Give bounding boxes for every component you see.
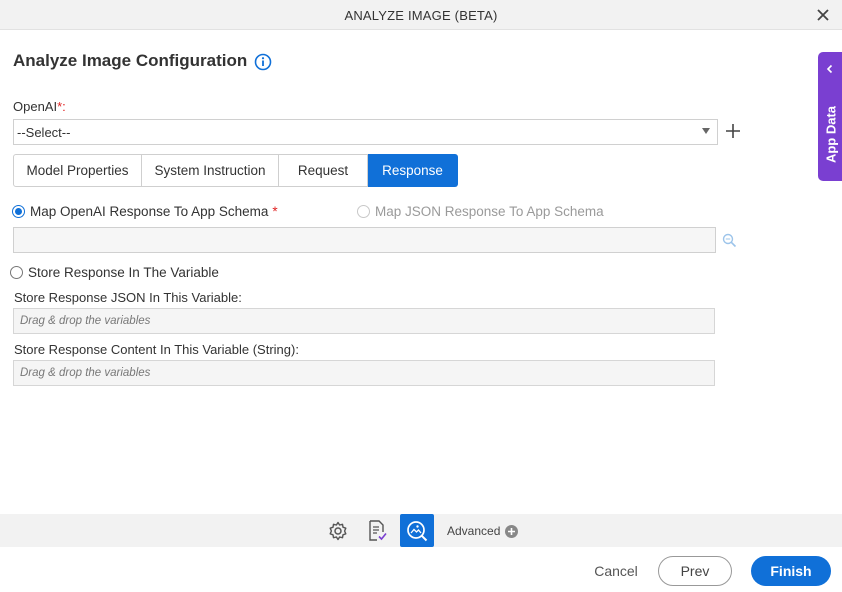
advanced-label: Advanced — [447, 524, 501, 538]
openai-select-value: --Select-- — [17, 125, 71, 140]
app-schema-input[interactable] — [13, 227, 716, 253]
content-variable-label: Store Response Content In This Variable … — [14, 342, 299, 357]
dialog-title-bar: ANALYZE IMAGE (BETA) — [0, 0, 842, 30]
openai-label: OpenAI*: — [13, 99, 66, 114]
advanced-toggle[interactable]: Advanced — [447, 524, 519, 538]
analyze-image-button[interactable] — [400, 514, 434, 547]
page-title: Analyze Image Configuration — [13, 51, 248, 70]
dialog-title: ANALYZE IMAGE (BETA) — [344, 8, 498, 23]
cancel-button[interactable]: Cancel — [586, 561, 646, 581]
map-openai-option[interactable]: Map OpenAI Response To App Schema * — [12, 204, 278, 219]
config-tabs: Model Properties System Instruction Requ… — [13, 154, 458, 187]
finish-button[interactable]: Finish — [751, 556, 831, 586]
map-json-radio[interactable] — [357, 205, 370, 218]
map-json-option[interactable]: Map JSON Response To App Schema — [357, 204, 604, 219]
chevron-down-icon — [702, 128, 710, 134]
tab-request[interactable]: Request — [279, 154, 368, 187]
tab-response[interactable]: Response — [368, 154, 458, 187]
image-search-icon — [407, 520, 428, 541]
chevron-left-icon — [826, 64, 833, 74]
map-openai-radio[interactable] — [12, 205, 25, 218]
content-variable-dropzone[interactable]: Drag & drop the variables — [13, 360, 715, 386]
close-icon[interactable] — [814, 6, 832, 24]
store-variable-label: Store Response In The Variable — [28, 265, 219, 280]
document-check-icon — [369, 519, 387, 541]
map-json-label: Map JSON Response To App Schema — [375, 204, 604, 219]
required-mark: *: — [57, 99, 66, 114]
tab-system-instruction[interactable]: System Instruction — [142, 154, 279, 187]
app-data-label: App Data — [823, 105, 839, 164]
app-data-panel-toggle[interactable]: App Data — [818, 52, 842, 181]
plus-circle-icon — [505, 524, 519, 538]
search-icon[interactable] — [722, 233, 737, 248]
store-variable-radio[interactable] — [10, 266, 23, 279]
json-variable-dropzone[interactable]: Drag & drop the variables — [13, 308, 715, 334]
gear-icon — [329, 521, 347, 540]
prev-button[interactable]: Prev — [658, 556, 732, 586]
settings-button[interactable] — [321, 514, 355, 547]
info-icon[interactable] — [254, 53, 272, 71]
bottom-toolbar — [0, 514, 842, 547]
validation-button[interactable] — [360, 514, 394, 547]
tab-model-properties[interactable]: Model Properties — [13, 154, 142, 187]
json-variable-label: Store Response JSON In This Variable: — [14, 290, 242, 305]
add-connection-icon[interactable] — [725, 123, 741, 139]
required-mark: * — [272, 204, 278, 219]
store-variable-option[interactable]: Store Response In The Variable — [10, 265, 219, 280]
map-openai-label: Map OpenAI Response To App Schema — [30, 204, 269, 219]
openai-select[interactable]: --Select-- — [13, 119, 718, 145]
openai-label-text: OpenAI — [13, 99, 58, 114]
